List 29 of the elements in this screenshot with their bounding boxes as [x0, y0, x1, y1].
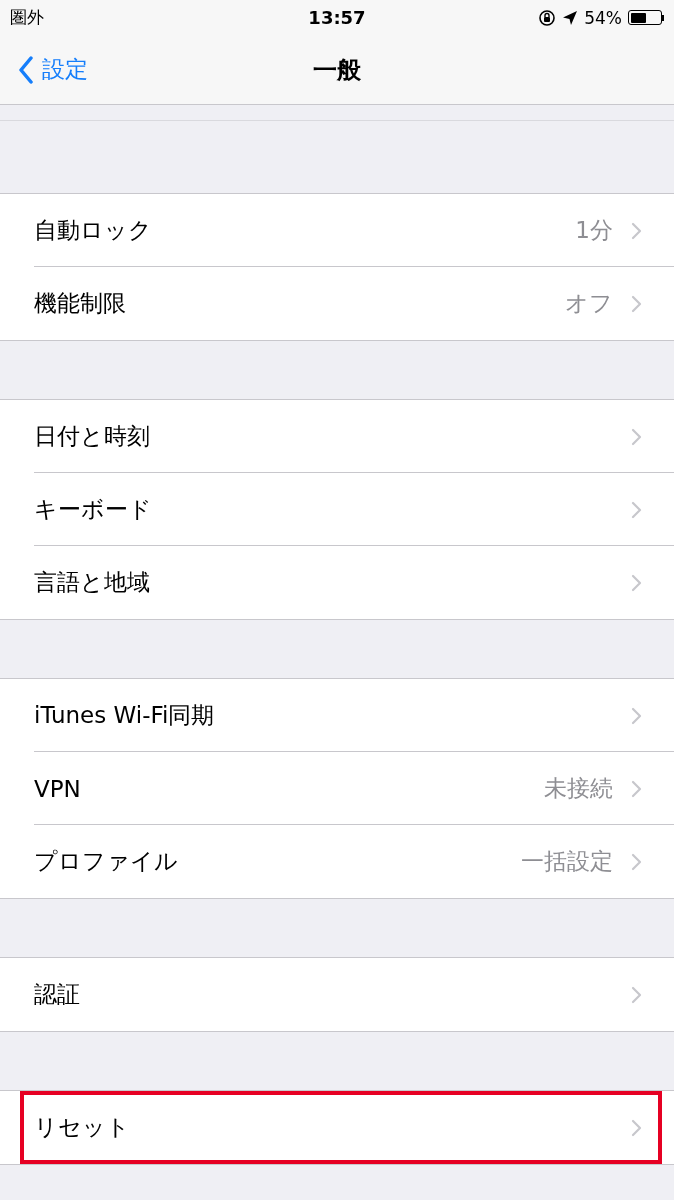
settings-row[interactable]: iTunes Wi-Fi同期 — [0, 679, 674, 752]
settings-row[interactable]: 日付と時刻 — [0, 400, 674, 473]
settings-row[interactable]: 言語と地域 — [0, 546, 674, 619]
settings-row[interactable]: VPN 未接続 — [0, 752, 674, 825]
chevron-icon — [631, 1118, 642, 1137]
location-arrow-icon — [562, 9, 579, 26]
battery-percent: 54% — [584, 7, 622, 28]
page-title: 一般 — [313, 54, 361, 86]
chevron-icon — [631, 500, 642, 519]
back-button[interactable]: 設定 — [0, 54, 88, 85]
settings-row[interactable]: プロファイル 一括設定 — [0, 825, 674, 898]
chevron-icon — [631, 294, 642, 313]
settings-row[interactable]: キーボード — [0, 473, 674, 546]
chevron-icon — [631, 985, 642, 1004]
settings-row[interactable]: リセット — [20, 1091, 662, 1164]
battery-icon — [628, 10, 664, 25]
chevron-icon — [631, 706, 642, 725]
back-chevron-icon — [18, 55, 34, 84]
chevron-icon — [631, 779, 642, 798]
chevron-icon — [631, 427, 642, 446]
chevron-icon — [631, 221, 642, 240]
status-time: 13:57 — [308, 7, 366, 28]
settings-row[interactable]: 自動ロック 1分 — [0, 194, 674, 267]
chevron-icon — [631, 852, 642, 871]
settings-row[interactable]: 機能制限 オフ — [0, 267, 674, 340]
settings-row[interactable]: 認証 — [0, 958, 674, 1031]
chevron-icon — [631, 573, 642, 592]
carrier-text: 圏外 — [10, 6, 44, 29]
rotation-lock-icon — [538, 8, 557, 27]
